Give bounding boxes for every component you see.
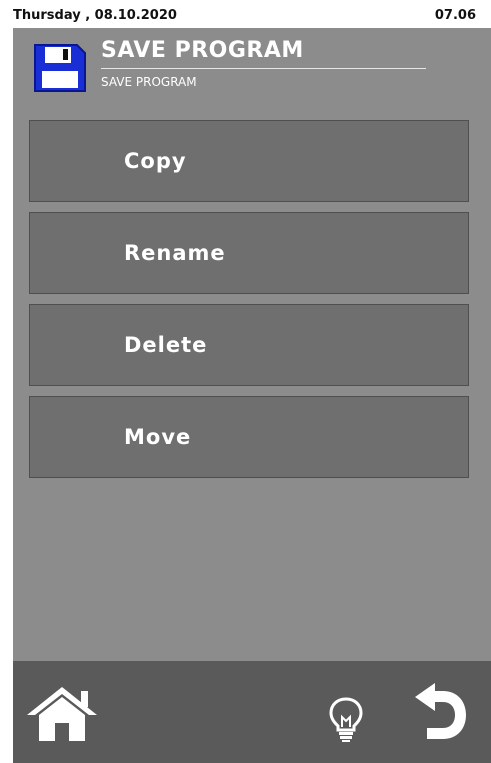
- lightbulb-icon[interactable]: [329, 697, 363, 747]
- move-button[interactable]: Move: [29, 396, 469, 478]
- rename-button[interactable]: Rename: [29, 212, 469, 294]
- back-arrow-icon[interactable]: [411, 683, 469, 747]
- title-divider: [101, 68, 426, 69]
- delete-button-label: Delete: [124, 333, 208, 357]
- main-screen: SAVE PROGRAM SAVE PROGRAM Copy Rename De…: [13, 28, 491, 661]
- move-button-label: Move: [124, 425, 192, 449]
- status-time: 07.06: [434, 8, 476, 23]
- copy-button[interactable]: Copy: [29, 120, 469, 202]
- status-date: Thursday , 08.10.2020: [13, 8, 177, 23]
- status-bar: Thursday , 08.10.2020 07.06: [13, 0, 491, 28]
- footer-bar: [13, 661, 491, 763]
- home-icon[interactable]: [25, 685, 99, 747]
- copy-button-label: Copy: [124, 149, 187, 173]
- delete-button[interactable]: Delete: [29, 304, 469, 386]
- page-title: SAVE PROGRAM: [101, 38, 304, 63]
- page-subtitle: SAVE PROGRAM: [101, 75, 197, 89]
- floppy-disk-icon: [33, 43, 87, 97]
- rename-button-label: Rename: [124, 241, 226, 265]
